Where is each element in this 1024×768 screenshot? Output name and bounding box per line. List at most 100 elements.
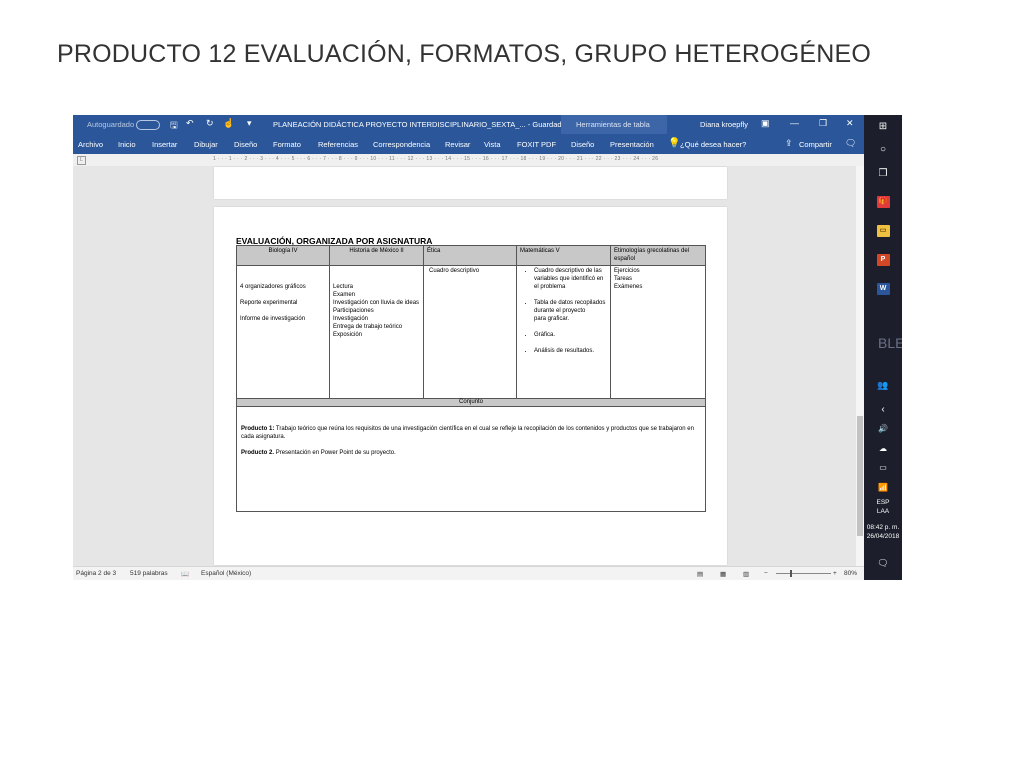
language-region: LAA: [876, 508, 890, 515]
user-name[interactable]: Diana kroepfly: [700, 120, 748, 129]
page-count[interactable]: Página 2 de 3: [76, 570, 116, 577]
language-status[interactable]: Español (México): [201, 570, 251, 577]
tab-archivo[interactable]: Archivo: [78, 140, 103, 149]
cell-etimologias[interactable]: Ejercicios Tareas Exámenes: [610, 265, 706, 399]
tab-dibujar[interactable]: Dibujar: [194, 140, 218, 149]
slide-title: PRODUCTO 12 EVALUACIÓN, FORMATOS, GRUPO …: [57, 40, 872, 68]
cell-biologia[interactable]: 4 organizadores gráficos Reporte experim…: [236, 265, 330, 399]
ribbon-tabs: Archivo Inicio Insertar Dibujar Diseño F…: [73, 134, 864, 154]
input-language[interactable]: ESP LAA: [864, 498, 902, 516]
matematicas-item: Gráfica.: [534, 331, 607, 339]
tab-foxit-pdf[interactable]: FOXIT PDF: [517, 140, 556, 149]
minimize-icon[interactable]: —: [790, 118, 799, 128]
etimologias-item: Exámenes: [614, 284, 643, 290]
table-tools-tab: Herramientas de tabla: [561, 115, 667, 134]
title-bar: Autoguardado 🖫 ↶ ↻ ☝ ▾ PLANEACIÓN DIDÁCT…: [73, 115, 864, 134]
producto1-label: Producto 1:: [241, 426, 275, 432]
task-view-icon[interactable]: ❒: [864, 168, 902, 179]
conjunto-header[interactable]: Conjunto: [236, 398, 706, 407]
header-historia[interactable]: Historia de México II: [329, 245, 424, 266]
historia-item: Exposición: [333, 332, 363, 338]
tab-formato[interactable]: Formato: [273, 140, 301, 149]
evaluation-table[interactable]: Biología IV Historia de México II Ética …: [236, 245, 706, 512]
historia-item: Participaciones: [333, 308, 374, 314]
historia-item: Examen: [333, 292, 356, 298]
biologia-item: 4 organizadores gráficos: [240, 284, 306, 290]
cortana-icon[interactable]: ○: [864, 144, 902, 155]
cell-historia[interactable]: Lectura Examen Investigación con lluvia …: [329, 265, 424, 399]
vertical-scrollbar[interactable]: [856, 166, 864, 566]
tab-referencias[interactable]: Referencias: [318, 140, 358, 149]
tab-vista[interactable]: Vista: [484, 140, 501, 149]
cell-matematicas[interactable]: Cuadro descriptivo de las variables que …: [516, 265, 611, 399]
comments-icon[interactable]: 🗨: [845, 138, 856, 149]
undo-icon[interactable]: ↶: [186, 118, 194, 129]
products-cell[interactable]: Producto 1: Trabajo teórico que reúna lo…: [236, 406, 706, 512]
restore-icon[interactable]: ❐: [819, 118, 827, 129]
ribbon-display-icon[interactable]: ▣: [761, 118, 770, 129]
volume-icon[interactable]: 🔊: [864, 424, 902, 433]
tell-me-search[interactable]: ¿Qué desea hacer?: [680, 140, 746, 149]
proofing-icon[interactable]: 📖: [181, 570, 189, 578]
file-explorer-icon[interactable]: ▭: [864, 224, 902, 237]
historia-item: Investigación: [333, 316, 369, 322]
horizontal-ruler[interactable]: L 1 · · · 1 · · · 2 · · · 3 · · · 4 · · …: [73, 154, 864, 166]
customize-toolbar-icon[interactable]: ▾: [247, 118, 252, 129]
scroll-thumb[interactable]: [857, 416, 863, 536]
save-icon[interactable]: 🖫: [170, 118, 178, 134]
tab-diseno-tabla[interactable]: Diseño: [571, 140, 594, 149]
gift-app-icon[interactable]: 🎁: [864, 195, 902, 208]
powerpoint-icon[interactable]: P: [864, 253, 902, 266]
matematicas-item: Cuadro descriptivo de las variables que …: [534, 267, 607, 291]
document-title: PLANEACIÓN DIDÁCTICA PROYECTO INTERDISCI…: [273, 120, 566, 129]
header-biologia[interactable]: Biología IV: [236, 245, 330, 266]
print-layout-icon[interactable]: ▦: [720, 570, 726, 578]
battery-icon[interactable]: ▭: [864, 463, 902, 472]
read-mode-icon[interactable]: ▤: [697, 570, 703, 578]
redo-icon[interactable]: ↻: [206, 118, 214, 129]
zoom-out-icon[interactable]: −: [764, 570, 768, 577]
system-clock[interactable]: 08:42 p. m. 26/04/2018: [864, 523, 902, 541]
tab-diseno[interactable]: Diseño: [234, 140, 257, 149]
chevron-left-icon[interactable]: ‹: [864, 404, 902, 415]
zoom-in-icon[interactable]: +: [833, 570, 837, 577]
tab-selector[interactable]: L: [77, 156, 86, 165]
tab-revisar[interactable]: Revisar: [445, 140, 470, 149]
clock-date: 26/04/2018: [866, 533, 900, 540]
word-icon[interactable]: W: [864, 282, 902, 295]
language-code: ESP: [876, 499, 890, 506]
onedrive-icon[interactable]: ☁: [864, 444, 902, 453]
header-etimologias[interactable]: Etimologías grecolatinas del español: [610, 245, 706, 266]
zoom-level[interactable]: 80%: [844, 570, 857, 577]
document-page[interactable]: EVALUACIÓN, ORGANIZADA POR ASIGNATURA Bi…: [214, 207, 727, 565]
share-button[interactable]: Compartir: [799, 140, 832, 149]
word-screenshot: Autoguardado 🖫 ↶ ↻ ☝ ▾ PLANEACIÓN DIDÁCT…: [73, 115, 902, 580]
table-tools-label: Herramientas de tabla: [576, 120, 650, 129]
zoom-slider-thumb[interactable]: [790, 570, 792, 577]
header-etica[interactable]: Ética: [423, 245, 517, 266]
previous-page: [214, 167, 727, 199]
web-layout-icon[interactable]: ▥: [743, 570, 749, 578]
producto2-text: Presentación en Power Point de su proyec…: [275, 450, 396, 456]
touch-mode-icon[interactable]: ☝: [223, 118, 234, 129]
clock-time: 08:42 p. m.: [866, 524, 900, 531]
cell-etica[interactable]: Cuadro descriptivo: [423, 265, 517, 399]
etimologias-item: Ejercicios: [614, 268, 640, 274]
zoom-slider[interactable]: [776, 573, 831, 574]
matematicas-item: Tabla de datos recopilados durante el pr…: [534, 299, 607, 315]
producto2-label: Producto 2.: [241, 450, 275, 456]
close-icon[interactable]: ✕: [846, 118, 854, 129]
word-count[interactable]: 519 palabras: [130, 570, 168, 577]
autosave-toggle[interactable]: [136, 120, 160, 130]
header-matematicas[interactable]: Matemáticas V: [516, 245, 611, 266]
matematicas-item: para graficar.: [534, 316, 570, 322]
tab-inicio[interactable]: Inicio: [118, 140, 136, 149]
tab-correspondencia[interactable]: Correspondencia: [373, 140, 430, 149]
tab-insertar[interactable]: Insertar: [152, 140, 177, 149]
tab-presentacion[interactable]: Presentación: [610, 140, 654, 149]
wifi-icon[interactable]: 📶: [864, 483, 902, 492]
people-icon[interactable]: 👥: [864, 380, 902, 391]
windows-start-icon[interactable]: ⊞: [864, 121, 902, 132]
autosave-label: Autoguardado: [87, 120, 135, 129]
notifications-icon[interactable]: 🗨: [864, 558, 902, 569]
